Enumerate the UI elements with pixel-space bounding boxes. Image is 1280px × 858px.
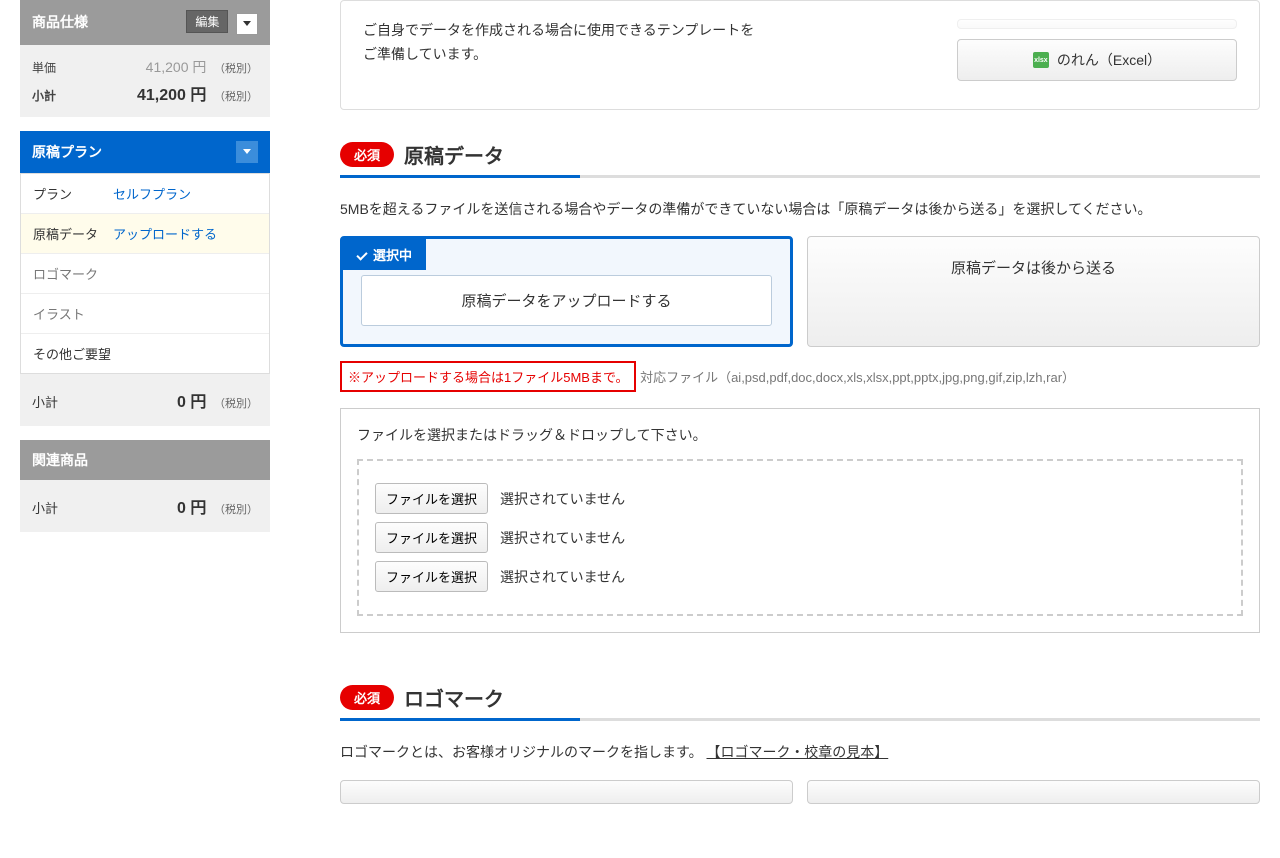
choice-upload[interactable]: 選択中 原稿データをアップロードする [340,236,793,347]
unit-price-label: 単価 [32,59,56,76]
logo-description: ロゴマークとは、お客様オリジナルのマークを指します。 [340,744,703,760]
file-dropzone[interactable]: ファイルを選択またはドラッグ＆ドロップして下さい。 ファイルを選択 選択されてい… [340,408,1260,633]
template-download-excel-button[interactable]: xlsx のれん（Excel） [957,39,1237,81]
logo-choice-left-cut[interactable] [340,780,793,804]
plan-subtotal-value: 0 円 [177,394,206,411]
plan-row-logo[interactable]: ロゴマーク [21,254,269,294]
file-select-button[interactable]: ファイルを選択 [375,522,488,553]
required-badge: 必須 [340,685,394,710]
related-subtotal-label: 小計 [32,498,58,517]
related-subtotal-value: 0 円 [177,500,206,517]
chevron-down-icon [243,21,251,26]
template-text-line2: ご準備しています。 [363,43,957,67]
check-icon [356,249,367,260]
file-status: 選択されていません [500,567,625,587]
required-badge: 必須 [340,142,394,167]
panel-related-products: 関連商品 小計 0 円 （税別） [20,440,270,532]
unit-price-suffix: （税別） [214,63,258,75]
dropzone-title: ファイルを選択またはドラッグ＆ドロップして下さい。 [357,425,1243,445]
template-btn-top-cut[interactable] [957,19,1237,29]
section-title-logo: ロゴマーク [404,683,504,712]
panel-title: 原稿プラン [32,142,102,162]
plan-subtotal-label: 小計 [32,392,58,411]
logo-sample-link[interactable]: 【ロゴマーク・校章の見本】 [707,744,889,760]
file-status: 選択されていません [500,528,625,548]
plan-subtotal-suffix: （税別） [214,398,258,410]
file-input-row: ファイルを選択 選択されていません [375,483,1225,514]
supported-files-note: 対応ファイル（ai,psd,pdf,doc,docx,xls,xlsx,ppt,… [640,370,1075,385]
section-title-manuscript: 原稿データ [404,140,504,169]
file-select-button[interactable]: ファイルを選択 [375,483,488,514]
logo-choice-right-cut[interactable] [807,780,1260,804]
plan-row-manuscript[interactable]: 原稿データ アップロードする [21,214,269,254]
upload-limit-note: ※アップロードする場合は1ファイル5MBまで。 [340,361,636,392]
section-underline [340,718,1260,721]
file-status: 選択されていません [500,489,625,509]
related-subtotal-suffix: （税別） [214,504,258,516]
plan-dropdown-button[interactable] [236,141,258,163]
selected-tab: 選択中 [343,239,426,270]
panel-title: 商品仕様 [32,12,88,32]
choice-send-later[interactable]: 原稿データは後から送る [807,236,1260,347]
file-select-button[interactable]: ファイルを選択 [375,561,488,592]
panel-manuscript-plan: 原稿プラン プラン セルフプラン 原稿データ アップロードする ロゴマーク イラ… [20,131,270,426]
panel-product-spec: 商品仕様 編集 単価 41,200 円 （税別） 小計 41, [20,0,270,117]
edit-button[interactable]: 編集 [186,10,228,33]
manuscript-description: 5MBを超えるファイルを送信される場合やデータの準備ができていない場合は「原稿デ… [340,198,1260,220]
panel-title: 関連商品 [32,450,88,470]
choice-upload-label: 原稿データをアップロードする [361,275,772,326]
section-underline [340,175,1260,178]
spec-dropdown-button[interactable] [236,13,258,35]
xlsx-file-icon: xlsx [1033,52,1049,68]
plan-row-illust[interactable]: イラスト [21,294,269,334]
template-text-line1: ご自身でデータを作成される場合に使用できるテンプレートを [363,19,957,43]
subtotal-suffix: （税別） [214,91,258,103]
file-input-row: ファイルを選択 選択されていません [375,561,1225,592]
chevron-down-icon [243,149,251,154]
plan-row-other[interactable]: その他ご要望 [21,334,269,373]
template-note-box: ご自身でデータを作成される場合に使用できるテンプレートを ご準備しています。 x… [340,0,1260,110]
file-input-row: ファイルを選択 選択されていません [375,522,1225,553]
subtotal-label: 小計 [32,87,56,104]
unit-price-value: 41,200 円 [146,59,207,75]
subtotal-value: 41,200 円 [137,87,206,104]
plan-row-plan[interactable]: プラン セルフプラン [21,174,269,214]
